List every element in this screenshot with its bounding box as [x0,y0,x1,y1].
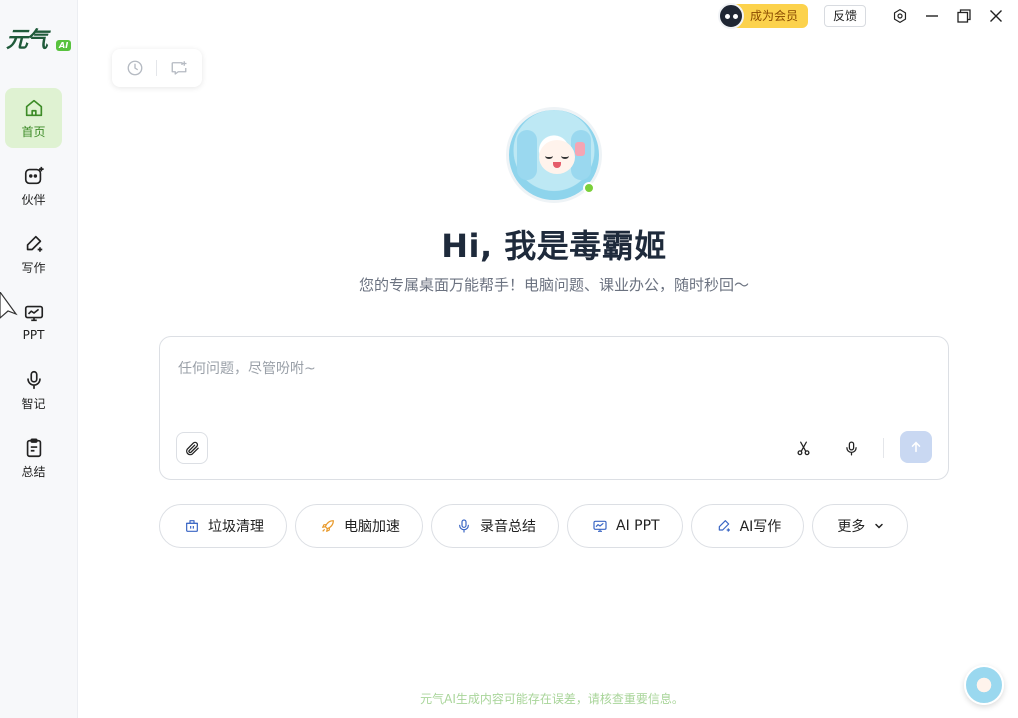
chat-input-box [159,336,949,480]
settings-button[interactable] [884,4,916,28]
divider [883,438,884,458]
rocket-icon [322,520,334,532]
voice-input-button[interactable] [835,432,867,464]
scissors-icon [796,440,810,455]
microphone-icon [459,519,469,533]
sidebar-item-notes[interactable]: 智记 [5,360,62,420]
app-logo: 元气 AI [6,22,72,58]
sidebar: 元气 AI 首页 伙伴 写作 PPT 智记 总结 [0,0,78,718]
chip-ai-writing[interactable]: AI写作 [690,504,805,548]
divider [156,60,158,76]
send-button[interactable] [900,431,932,463]
chip-junk-clean[interactable]: 垃圾清理 [159,504,287,548]
chip-recording-summary[interactable]: 录音总结 [431,504,559,548]
restore-icon [957,9,971,23]
history-clock-icon[interactable] [126,59,144,77]
chat-input[interactable] [178,357,918,381]
chip-label: 垃圾清理 [208,519,264,535]
sidebar-item-label: 智记 [21,396,46,411]
clipboard-icon [26,437,41,457]
title-bar: 成为会员 反馈 [717,3,1012,29]
disclaimer-text: 元气AI生成内容可能存在误差，请核查重要信息。 [420,692,684,706]
screenshot-button[interactable] [787,432,819,464]
sidebar-item-companion[interactable]: 伙伴 [5,156,62,216]
new-chat-icon[interactable] [170,59,188,77]
minimize-icon [926,15,938,17]
arrow-up-icon [911,441,921,453]
online-status-dot [583,182,595,194]
logo-badge: AI [56,40,72,51]
sidebar-item-label: 首页 [21,124,46,139]
chip-label: 录音总结 [480,519,536,535]
close-button[interactable] [980,4,1012,28]
sidebar-item-label: 伙伴 [21,192,46,207]
feedback-button[interactable]: 反馈 [823,5,866,27]
vip-label: 成为会员 [733,4,808,28]
pen-icon [718,520,730,532]
microphone-icon [26,370,41,389]
chevron-down-icon [875,523,884,529]
minimize-button[interactable] [916,4,948,28]
gear-icon [893,9,907,23]
close-icon [990,10,1002,22]
chip-more[interactable]: 更多 [812,504,909,548]
companion-icon [24,166,44,184]
history-toolbar [112,49,202,87]
ppt-icon [593,520,607,532]
trash-icon [186,520,198,532]
mouse-cursor-icon [0,292,18,319]
app-window: 元气 AI 首页 伙伴 写作 PPT 智记 总结 成为会员 反馈 Hi, 我是毒… [0,0,1018,718]
home-icon [25,99,42,116]
chip-label: 更多 [837,519,866,535]
hero-subtitle: 您的专属桌面万能帮手！电脑问题、课业办公，随时秒回～ [358,276,749,294]
vip-button[interactable]: 成为会员 [717,3,808,29]
hero-title: Hi, 我是毒霸姬 [441,227,667,265]
sidebar-item-label: 总结 [21,464,46,479]
attach-button[interactable] [176,432,208,464]
sidebar-item-home[interactable]: 首页 [5,88,62,148]
logo-text: 元气 [6,27,48,53]
paperclip-icon [185,441,199,455]
chip-pc-speedup[interactable]: 电脑加速 [295,504,423,548]
sidebar-item-label: PPT [22,328,45,342]
sidebar-item-summary[interactable]: 总结 [5,428,62,488]
vip-avatar [717,3,744,29]
ppt-icon [24,305,43,322]
assistant-avatar [506,107,602,203]
chip-label: AI PPT [616,518,660,534]
chip-ai-ppt[interactable]: AI PPT [567,504,683,548]
restore-button[interactable] [948,4,980,28]
microphone-icon [845,440,857,456]
chip-label: AI写作 [739,519,782,535]
chip-label: 电脑加速 [344,519,400,535]
quick-actions: 垃圾清理 电脑加速 录音总结 AI PPT AI写作 更多 [159,504,916,548]
floating-assistant-avatar[interactable] [964,665,1004,705]
